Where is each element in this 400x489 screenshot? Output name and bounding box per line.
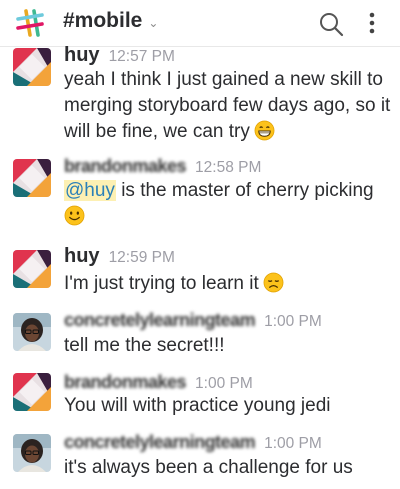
- channel-name[interactable]: #mobile: [63, 9, 142, 33]
- slack-tile-icon[interactable]: [13, 373, 51, 411]
- disappointed-face-icon: [263, 272, 284, 293]
- message-timestamp: 12:58 PM: [195, 159, 262, 176]
- message-body: You will with practice young jedi: [64, 393, 394, 419]
- message-author[interactable]: concretelylearningteam: [64, 310, 256, 331]
- message-author[interactable]: brandonmakes: [64, 156, 187, 177]
- message-body: I'm just trying to learn it: [64, 271, 394, 297]
- slack-tile-icon[interactable]: [13, 48, 51, 86]
- search-icon[interactable]: [318, 11, 344, 37]
- message-body: tell me the secret!!!: [64, 333, 394, 359]
- message-author[interactable]: huy: [64, 46, 100, 67]
- message-body: @huy is the master of cherry picking: [64, 178, 394, 230]
- message-text: it's always been a challenge for us: [64, 457, 353, 478]
- message-author[interactable]: huy: [64, 245, 100, 268]
- grinning-face-icon: [254, 120, 275, 141]
- channel-title[interactable]: #mobile ⌄: [63, 9, 158, 33]
- slack-tile-icon[interactable]: [13, 159, 51, 197]
- message-timestamp: 12:59 PM: [108, 249, 175, 266]
- message-timestamp: 12:57 PM: [108, 48, 175, 65]
- user-mention[interactable]: @huy: [64, 180, 116, 201]
- message-body: it's always been a challenge for us: [64, 455, 394, 481]
- message-text: I'm just trying to learn it: [64, 273, 259, 294]
- message-text: is the master of cherry picking: [121, 180, 374, 201]
- message-timestamp: 1:00 PM: [264, 313, 322, 330]
- message-author[interactable]: concretelylearningteam: [64, 432, 256, 453]
- slack-tile-icon[interactable]: [13, 250, 51, 288]
- user-photo-icon[interactable]: [13, 434, 51, 472]
- message-list[interactable]: huy 12:57 PM yeah I think I just gained …: [0, 46, 400, 489]
- more-vertical-icon[interactable]: [362, 10, 382, 36]
- chevron-down-icon[interactable]: ⌄: [148, 16, 158, 30]
- message-body: yeah I think I just gained a new skill t…: [64, 67, 394, 145]
- user-photo-icon[interactable]: [13, 313, 51, 351]
- message-author[interactable]: brandonmakes: [64, 372, 187, 393]
- channel-header: #mobile ⌄: [0, 0, 400, 47]
- message-text: yeah I think I just gained a new skill t…: [64, 69, 391, 142]
- message-text: You will with practice young jedi: [64, 395, 331, 416]
- message-timestamp: 1:00 PM: [264, 435, 322, 452]
- message-text: tell me the secret!!!: [64, 335, 225, 356]
- slightly-smiling-face-icon: [64, 205, 85, 226]
- message-timestamp: 1:00 PM: [195, 375, 253, 392]
- slack-logo-icon[interactable]: [15, 8, 45, 38]
